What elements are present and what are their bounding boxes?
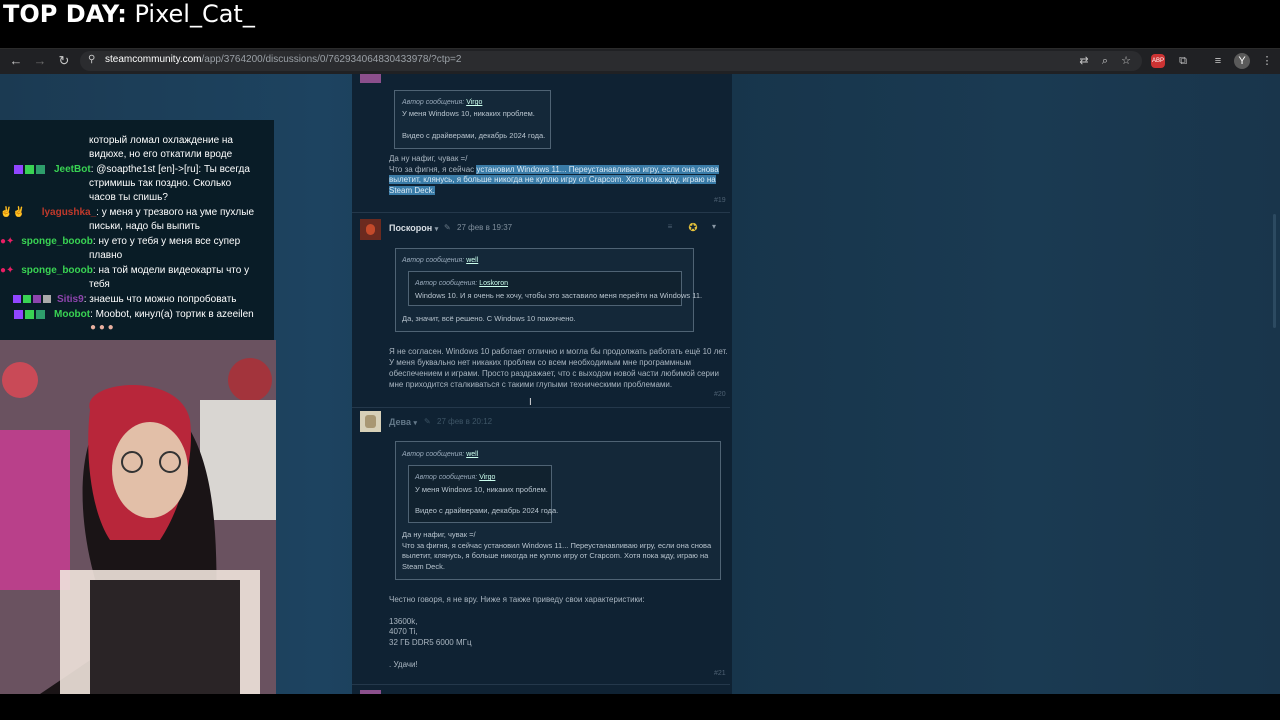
post-text: Я не согласен. Windows 10 работает отлич… [389, 347, 728, 356]
post-date: 27 фев в 20:12 [437, 417, 493, 426]
post-text: . Удачи! [389, 660, 418, 669]
chat-message: тебя [89, 279, 110, 290]
chat-message: JeetBot: @soapthe1st [en]->[ru]: Ты всег… [14, 164, 250, 175]
quote-author: Автор сообщения: Virgo [402, 99, 483, 106]
post-text: 4070 Ti, [389, 627, 418, 636]
top-day-title: TOP DAY: Pixel_Cat_ [3, 0, 255, 28]
quote-author: Автор сообщения: well [402, 257, 479, 264]
webcam-feed [0, 340, 276, 694]
chat-message: ●✦ sponge_booob: на той модели видеокарт… [0, 265, 250, 276]
more-options-icon[interactable]: ▾ [708, 222, 720, 234]
badge-icon [14, 309, 23, 319]
browser-toolbar: ← → ↻ ⚲ steamcommunity.com/app/3764200/d… [0, 48, 1280, 74]
adblock-extension-icon[interactable]: ABP [1151, 54, 1165, 68]
badge-icon [14, 164, 23, 174]
avatar[interactable] [360, 74, 381, 83]
forward-icon[interactable]: → [32, 53, 48, 69]
chat-message: ●✦ sponge_booob: ну ето у тебя у меня вс… [0, 236, 241, 247]
chat-message: плавно [89, 250, 123, 261]
emote-icon: ✌✌ [0, 207, 25, 218]
bookmark-star-icon[interactable]: ☆ [1118, 53, 1134, 69]
post-text: 32 ГБ DDR5 6000 МГц [389, 638, 472, 647]
chevron-down-icon[interactable]: ▾ [413, 420, 417, 427]
address-bar[interactable]: ⚲ steamcommunity.com/app/3764200/discuss… [80, 51, 1142, 71]
chevron-down-icon[interactable]: ▾ [435, 226, 439, 233]
post-divider [352, 684, 730, 685]
post-number[interactable]: #20 [714, 391, 726, 398]
post-divider [352, 407, 730, 408]
badge-icon [23, 295, 31, 304]
badge-icon [36, 164, 45, 174]
post-date: 27 фев в 19:37 [457, 223, 513, 232]
quote-text: У меня Windows 10, никаких проблем. [402, 109, 535, 118]
stream-top-banner: TOP DAY: Pixel_Cat_ [0, 0, 1280, 48]
reload-icon[interactable]: ↻ [56, 53, 72, 69]
stream-chat-overlay: который ломал охлаждение на видюхе, но е… [0, 120, 274, 340]
link-icon[interactable]: ✎ [444, 223, 451, 232]
post-divider [352, 212, 730, 213]
link-icon[interactable]: ✎ [424, 417, 431, 426]
post-text: обеспечением и играми. Просто раздражает… [389, 369, 719, 378]
post-text: Честно говоря, я не вру. Ниже я также пр… [389, 595, 645, 604]
scrollbar-thumb[interactable] [1273, 214, 1276, 328]
post-author[interactable]: Поскорон ▾ [389, 223, 438, 233]
badge-icon [43, 295, 51, 304]
reading-list-icon[interactable]: ≡ [1210, 53, 1226, 69]
url-text: steamcommunity.com/app/3764200/discussio… [105, 54, 462, 65]
quote-text: Steam Deck. [402, 562, 445, 571]
post-text: Да ну нафиг, чувак =/ [389, 154, 468, 163]
back-icon[interactable]: ← [8, 53, 24, 69]
quote-author: Автор сообщения: Virgo [415, 474, 496, 481]
profile-avatar-icon[interactable]: Y [1234, 53, 1250, 69]
quote-text: Видео с драйверами, декабрь 2024 года. [415, 506, 559, 515]
avatar[interactable] [360, 219, 381, 240]
quote-text: Windows 10. И я очень не хочу, чтобы это… [415, 291, 703, 300]
bottom-bar [0, 694, 1280, 720]
badge-icon [25, 309, 34, 319]
chat-message: ✌✌ lyagushka_: у меня у трезвого на уме … [0, 207, 255, 218]
site-info-icon[interactable]: ⚲ [88, 54, 95, 65]
chat-message: часов ты спишь? [89, 192, 168, 203]
quote-author: Автор сообщения: Loskoron [415, 280, 508, 287]
text-cursor-icon: I [529, 397, 532, 408]
badge-icon [13, 295, 21, 304]
reply-icon[interactable]: ≡ [664, 222, 676, 234]
post-author[interactable]: Дева ▾ [389, 417, 417, 427]
post-text: У меня буквально нет никаких проблем со … [389, 358, 691, 367]
badge-icon [25, 164, 34, 174]
menu-kebab-icon[interactable]: ⋮ [1259, 53, 1275, 69]
quote-author: Автор сообщения: well [402, 451, 479, 458]
award-icon[interactable]: ✪ [686, 221, 700, 235]
post-text: вылетит, клянусь, я больше никогда не ку… [389, 175, 716, 184]
post-text: Steam Deck. [389, 186, 435, 195]
cake-emote-icon: ● ● ● [90, 322, 114, 333]
quote-text: У меня Windows 10, никаких проблем. [415, 485, 548, 494]
post-number[interactable]: #19 [714, 197, 726, 204]
quote-text: Да, значит, всё решено. С Windows 10 пок… [402, 314, 576, 323]
post-number[interactable]: #21 [714, 670, 726, 677]
zoom-icon[interactable]: ⌕ [1097, 53, 1113, 69]
chat-message: который ломал охлаждение на [89, 135, 233, 146]
quote-text: Что за фигня, я сейчас установил Windows… [402, 541, 712, 550]
chat-message: видюхе, но его откатили вроде [89, 149, 233, 160]
translate-icon[interactable]: ⇄ [1076, 53, 1092, 69]
quote-text: вылетит, клянусь, я больше никогда не ку… [402, 551, 709, 560]
badge-icon [36, 309, 45, 319]
post-text: мне приходится сталкиваться с такими глу… [389, 380, 673, 389]
extensions-icon[interactable]: ⧉ [1175, 53, 1191, 69]
badge-icon: ●✦ [0, 236, 15, 247]
chat-message: Sitis9: знаешь что можно попробовать [13, 294, 237, 305]
avatar[interactable] [360, 411, 381, 432]
nested-quote-block [408, 271, 682, 306]
badge-icon [33, 295, 41, 304]
streamer-image [0, 340, 276, 694]
badge-icon: ●✦ [0, 265, 15, 276]
chat-message: Moobot: Moobot, кинул(а) тортик в azeeil… [14, 309, 254, 320]
quote-text: Да ну нафиг, чувак =/ [402, 530, 476, 539]
chat-message: письки, надо бы выпить [89, 221, 200, 232]
chat-message: стримишь так поздно. Сколько [89, 178, 232, 189]
quote-text: Видео с драйверами, декабрь 2024 года. [402, 131, 546, 140]
